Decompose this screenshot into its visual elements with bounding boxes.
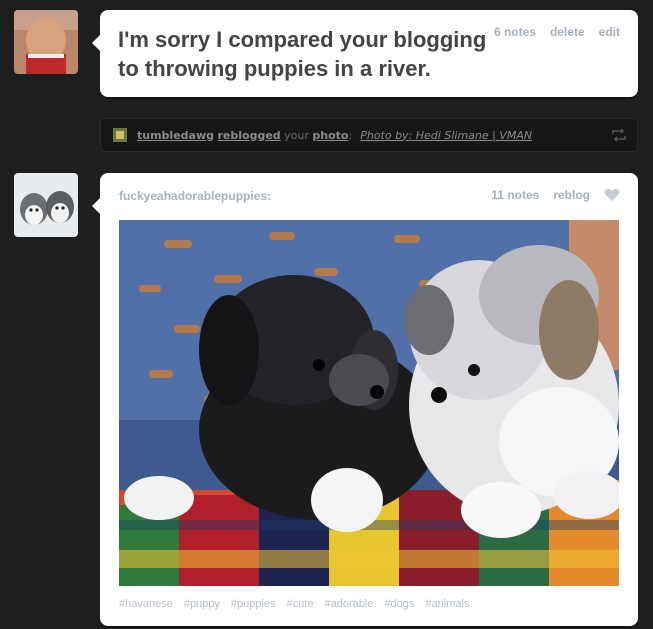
reblog-notification: tumbledawg reblogged your photo: Photo b… <box>100 118 638 152</box>
reblogged-link[interactable]: reblogged <box>218 129 281 142</box>
reblogger-thumbnail[interactable] <box>113 128 127 142</box>
avatar-quote-author[interactable] <box>14 10 78 74</box>
reblog-link[interactable]: reblog <box>553 188 590 202</box>
edit-link[interactable]: edit <box>599 25 620 39</box>
photo-post: fuckyeahadorablepuppies: 11 notes reblog <box>92 173 638 626</box>
notes-count[interactable]: 11 notes <box>491 188 539 202</box>
tag-link[interactable]: #cute <box>287 598 314 610</box>
tag-link[interactable]: #puppy <box>184 598 220 610</box>
quote-text: I'm sorry I compared your blogging to th… <box>118 27 487 81</box>
tag-link[interactable]: #animals <box>425 598 469 610</box>
photo-post-meta: 11 notes reblog <box>491 188 620 202</box>
quote-post-meta: 6 notes delete edit <box>494 25 620 39</box>
reblogger-username[interactable]: tumbledawg <box>137 129 214 142</box>
photo-caption-link[interactable]: Photo by: Hedi Slimane | VMAN <box>360 129 532 142</box>
quote-post: I'm sorry I compared your blogging to th… <box>92 10 638 97</box>
post-photo[interactable] <box>119 220 619 586</box>
tag-link[interactable]: #havanese <box>119 598 173 610</box>
heart-icon[interactable] <box>604 188 620 202</box>
tag-link[interactable]: #dogs <box>384 598 414 610</box>
avatar-photo-source[interactable] <box>14 173 78 237</box>
delete-link[interactable]: delete <box>550 25 585 39</box>
photo-link[interactable]: photo <box>312 129 348 142</box>
tag-link[interactable]: #puppies <box>231 598 276 610</box>
colon: : <box>348 128 353 142</box>
notes-count[interactable]: 6 notes <box>494 25 536 39</box>
reblog-icon[interactable] <box>611 128 627 142</box>
tag-link[interactable]: #adorable <box>325 598 374 610</box>
reblog-source-name[interactable]: fuckyeahadorablepuppies: <box>119 189 271 203</box>
your-word: your <box>284 128 309 142</box>
tag-list: #havanese #puppy #puppies #cute #adorabl… <box>119 598 469 610</box>
